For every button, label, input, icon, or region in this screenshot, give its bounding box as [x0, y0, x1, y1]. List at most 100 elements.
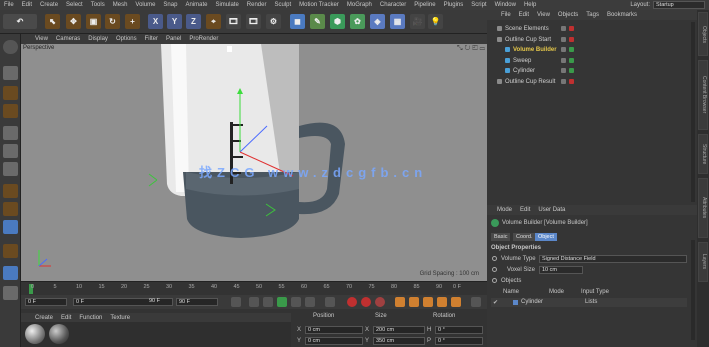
visibility-dots-icon[interactable] [561, 57, 566, 63]
axis-mode-icon[interactable] [3, 184, 18, 198]
enable-check-icon[interactable] [569, 78, 574, 84]
menu-animate[interactable]: Animate [185, 2, 207, 8]
enable-check-icon[interactable] [569, 47, 574, 52]
menu-render[interactable]: Render [247, 2, 267, 8]
y-axis-button[interactable]: Y [167, 14, 182, 29]
object-manager-scrollbar[interactable] [691, 22, 695, 202]
enable-check-icon[interactable] [569, 68, 574, 73]
voxel-size-anim-dot[interactable] [492, 267, 497, 272]
menu-tools[interactable]: Tools [91, 2, 105, 8]
viewport-menu-view[interactable]: View [35, 36, 48, 42]
viewport-nav-icons[interactable]: ⤡ ↻ ◰ ▭ [457, 45, 485, 53]
move-tool-icon[interactable]: ✥ [66, 14, 81, 29]
coordinate-system-icon[interactable]: ⌖ [206, 14, 221, 29]
object-row[interactable]: Volume Builder [487, 45, 697, 55]
voxel-size-field[interactable]: 10 cm [539, 266, 583, 274]
viewport-menu-options[interactable]: Options [116, 36, 137, 42]
visibility-dots-icon[interactable] [561, 36, 566, 42]
timeline-menu-icon[interactable] [471, 297, 481, 307]
viewport[interactable]: Perspective 找ZCG www.zdcgfb.cn Grid Spac… [21, 44, 487, 281]
end-frame-field[interactable]: 90 F [176, 298, 218, 306]
object-row[interactable]: Cylinder [487, 66, 697, 76]
menu-volume[interactable]: Volume [135, 2, 155, 8]
goto-end-icon[interactable] [325, 297, 335, 307]
material-area[interactable] [21, 322, 291, 347]
position-y-field[interactable]: 0 cm [305, 337, 363, 345]
om-menu-edit[interactable]: Edit [519, 12, 529, 18]
right-tab-attributes[interactable]: Attributes [698, 178, 708, 238]
enable-check-icon[interactable] [569, 57, 574, 63]
visibility-dots-icon[interactable] [561, 78, 566, 84]
menu-select[interactable]: Select [66, 2, 83, 8]
pla-key-icon[interactable] [451, 297, 461, 307]
position-key-icon[interactable] [395, 297, 405, 307]
menu-edit[interactable]: Edit [22, 2, 32, 8]
volume-type-select[interactable]: Signed Distance Field [539, 255, 687, 263]
scale-tool-icon[interactable]: ▣ [86, 14, 101, 29]
material-preview[interactable] [25, 324, 45, 344]
objects-anim-dot[interactable] [492, 278, 497, 283]
menu-snap[interactable]: Snap [163, 2, 177, 8]
make-editable-icon[interactable] [3, 40, 18, 54]
am-menu-edit[interactable]: Edit [520, 207, 530, 213]
menu-motion-tracker[interactable]: Motion Tracker [299, 2, 339, 8]
menu-window[interactable]: Window [495, 2, 516, 8]
menu-plugins[interactable]: Plugins [444, 2, 464, 8]
pen-spline-icon[interactable]: ✎ [310, 14, 325, 29]
right-tab-layers[interactable]: Layers [698, 242, 708, 282]
menu-file[interactable]: File [4, 2, 14, 8]
material-menu-function[interactable]: Function [79, 315, 102, 321]
param-key-icon[interactable] [437, 297, 447, 307]
object-row[interactable]: Scene Elements [487, 24, 697, 34]
render-view-icon[interactable]: 🎞 [226, 14, 241, 29]
rotation-h-field[interactable]: 0 ° [435, 326, 483, 334]
menu-script[interactable]: Script [471, 2, 486, 8]
texture-mode-icon[interactable] [3, 86, 18, 100]
material-menu-edit[interactable]: Edit [61, 315, 71, 321]
render-settings-icon[interactable]: ⚙ [266, 14, 281, 29]
layout-dropdown[interactable]: Startup [653, 1, 705, 9]
visibility-dots-icon[interactable] [561, 68, 566, 73]
material-preview-2[interactable] [49, 324, 69, 344]
menu-character[interactable]: Character [380, 2, 406, 8]
tweak-mode-icon[interactable] [3, 202, 18, 216]
prev-frame-icon[interactable] [263, 297, 273, 307]
next-key-icon[interactable] [305, 297, 315, 307]
points-mode-icon[interactable] [3, 126, 18, 140]
snap-icon[interactable] [3, 244, 18, 258]
size-x-field[interactable]: 200 cm [373, 326, 425, 334]
timeline[interactable]: 0 F 0 5 10 15 20 25 30 35 40 45 50 55 60 65 70 75 80 85 90 [21, 281, 487, 295]
model-mode-icon[interactable] [3, 66, 18, 80]
scale-key-icon[interactable] [409, 297, 419, 307]
attributes-scrollbar[interactable] [691, 240, 695, 340]
grid-icon[interactable] [3, 286, 18, 300]
am-menu-user-data[interactable]: User Data [538, 207, 565, 213]
play-icon[interactable] [277, 297, 287, 307]
right-tab-structure[interactable]: Structure [698, 134, 708, 174]
row-check-icon[interactable]: ✔ [493, 299, 498, 306]
viewport-menu-filter[interactable]: Filter [145, 36, 158, 42]
subdivision-icon[interactable]: ⬢ [330, 14, 345, 29]
material-menu-texture[interactable]: Texture [110, 315, 130, 321]
edges-mode-icon[interactable] [3, 144, 18, 158]
undo-redo-button[interactable]: ↶ [3, 14, 37, 29]
viewport-menu-panel[interactable]: Panel [166, 36, 181, 42]
x-axis-button[interactable]: X [148, 14, 163, 29]
menu-mograph[interactable]: MoGraph [347, 2, 372, 8]
array-icon[interactable]: ✿ [350, 14, 365, 29]
workplane-lock-icon[interactable] [3, 266, 18, 280]
om-menu-bookmarks[interactable]: Bookmarks [607, 12, 637, 18]
current-frame-field[interactable]: 0 F [25, 298, 67, 306]
tab-coord[interactable]: Coord. [513, 233, 536, 241]
enable-check-icon[interactable] [569, 36, 574, 42]
render-picture-viewer-icon[interactable]: 🎞 [246, 14, 261, 29]
viewport-menu-prorender[interactable]: ProRender [189, 36, 218, 42]
menu-mesh[interactable]: Mesh [113, 2, 128, 8]
keyframe-selection-icon[interactable] [375, 297, 385, 307]
record-icon[interactable] [347, 297, 357, 307]
om-menu-file[interactable]: File [501, 12, 511, 18]
menu-sculpt[interactable]: Sculpt [274, 2, 291, 8]
menu-pipeline[interactable]: Pipeline [414, 2, 435, 8]
cube-object-icon[interactable]: ◼ [290, 14, 305, 29]
om-menu-tags[interactable]: Tags [586, 12, 599, 18]
